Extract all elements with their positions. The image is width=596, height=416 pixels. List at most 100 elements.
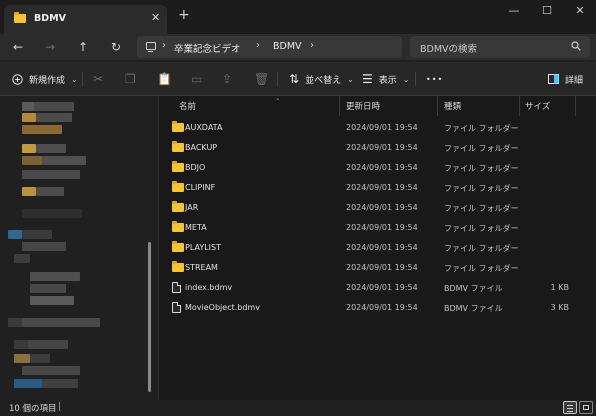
folder-row[interactable]: JAR 2024/09/01 19:54 ファイル フォルダー [159,198,579,218]
rename-button[interactable]: ▭ [191,70,208,88]
search-box[interactable]: BDMVの検索 [410,36,590,58]
tab-bdmv[interactable]: BDMV ✕ [4,5,167,34]
nav-item-blurred[interactable] [22,318,100,327]
column-header-size[interactable]: サイズ [525,100,550,116]
copy-button[interactable]: ❐ [125,70,142,88]
nav-item-blurred[interactable] [22,125,62,134]
delete-button[interactable]: 🗑 [254,70,275,88]
this-pc-icon [146,42,156,53]
navigation-scrollbar[interactable] [148,242,151,392]
file-size: 1 KB [550,283,569,292]
folder-row[interactable]: STREAM 2024/09/01 19:54 ファイル フォルダー [159,258,579,278]
back-button[interactable]: ← [9,38,27,56]
close-button[interactable]: ✕ [570,4,590,17]
column-divider[interactable] [339,96,340,116]
search-icon[interactable] [571,41,581,51]
file-name: MovieObject.bdmv [185,303,260,312]
minimize-button[interactable]: — [504,4,524,17]
rename-icon: ▭ [191,72,203,86]
file-row[interactable]: MovieObject.bdmv 2024/09/01 19:54 BDMV ファイ… [159,298,579,318]
search-placeholder: BDMVの検索 [420,44,478,55]
nav-item-blurred[interactable] [22,209,82,218]
details-view-button[interactable] [563,401,577,414]
folder-row[interactable]: PLAYLIST 2024/09/01 19:54 ファイル フォルダー [159,238,579,258]
nav-item-blurred[interactable] [42,379,78,388]
file-modified: 2024/09/01 19:54 [346,123,418,132]
nav-item-blurred[interactable] [36,187,64,196]
cut-button[interactable]: ✂ [93,70,109,88]
breadcrumb-separator[interactable]: › [310,40,314,51]
maximize-button[interactable]: ☐ [537,4,557,17]
file-modified: 2024/09/01 19:54 [346,163,418,172]
folder-row[interactable]: CLIPINF 2024/09/01 19:54 ファイル フォルダー [159,178,579,198]
nav-item-blurred[interactable] [36,144,66,153]
view-button[interactable]: ☰ 表示 ⌄ [362,70,409,88]
folder-row[interactable]: BDJO 2024/09/01 19:54 ファイル フォルダー [159,158,579,178]
share-button[interactable]: ⇪ [222,70,238,88]
column-divider[interactable] [575,96,576,116]
folder-icon [172,261,184,272]
nav-item-blurred[interactable] [14,254,30,263]
nav-item-blurred[interactable] [30,284,66,293]
folder-row[interactable]: BACKUP 2024/09/01 19:54 ファイル フォルダー [159,138,579,158]
nav-item-blurred[interactable] [22,102,34,111]
navigation-pane[interactable] [0,96,158,400]
column-header-type[interactable]: 種類 [444,100,461,116]
forward-button[interactable]: → [41,38,59,56]
nav-item-blurred[interactable] [22,230,52,239]
details-button[interactable]: 詳細 [548,70,583,88]
toolbar-divider [82,72,83,86]
file-type: ファイル フォルダー [444,184,519,193]
file-modified: 2024/09/01 19:54 [346,283,418,292]
folder-row[interactable]: AUXDATA 2024/09/01 19:54 ファイル フォルダー [159,118,579,138]
nav-item-blurred[interactable] [34,102,74,111]
column-divider[interactable] [519,96,520,116]
nav-item-blurred[interactable] [14,340,28,349]
nav-item-blurred[interactable] [22,144,36,153]
new-button[interactable]: 新規作成 ⌄ [12,70,78,88]
nav-item-blurred[interactable] [22,170,80,179]
more-options-button[interactable]: ••• [426,70,443,88]
nav-item-blurred[interactable] [22,113,36,122]
nav-item-blurred[interactable] [8,230,22,239]
folder-icon [172,141,184,152]
sort-button[interactable]: ⇅ 並べ替え ⌄ [289,70,354,88]
breadcrumb-item-video[interactable]: 卒業記念ビデオ [174,41,241,55]
folder-row[interactable]: META 2024/09/01 19:54 ファイル フォルダー [159,218,579,238]
large-icons-view-button[interactable] [579,401,593,414]
nav-item-blurred[interactable] [42,156,86,165]
file-type: ファイル フォルダー [444,144,519,153]
file-modified: 2024/09/01 19:54 [346,143,418,152]
breadcrumb-item-bdmv[interactable]: BDMV [273,41,302,52]
view-icon: ☰ [362,72,373,86]
nav-item-blurred[interactable] [22,156,42,165]
new-tab-button[interactable]: + [178,8,190,22]
nav-item-blurred[interactable] [30,296,74,305]
nav-item-blurred[interactable] [30,354,50,363]
item-count: 10 個の項目 [9,404,57,414]
nav-item-blurred[interactable] [14,379,42,388]
nav-item-blurred[interactable] [22,187,36,196]
address-bar[interactable]: › 卒業記念ビデオ › BDMV › [137,36,402,58]
column-header-name[interactable]: ˄ 名前 [179,98,280,116]
nav-item-blurred[interactable] [14,354,30,363]
nav-item-blurred[interactable] [22,242,66,251]
up-button[interactable]: ↑ [74,38,92,56]
column-header-modified[interactable]: 更新日時 [346,100,380,116]
nav-item-blurred[interactable] [22,366,80,375]
nav-item-blurred[interactable] [8,318,22,327]
folder-icon [172,241,184,252]
trash-icon: 🗑 [254,72,270,86]
file-type: BDMV ファイル [444,304,503,313]
nav-item-blurred[interactable] [36,113,72,122]
tab-close-icon[interactable]: ✕ [151,11,160,24]
paste-button[interactable]: 📋 [157,70,178,88]
file-row[interactable]: index.bdmv 2024/09/01 19:54 BDMV ファイル 1 KB [159,278,579,298]
column-divider[interactable] [437,96,438,116]
sort-icon: ⇅ [289,72,300,86]
nav-item-blurred[interactable] [28,340,68,349]
refresh-button[interactable]: ↻ [107,38,125,56]
nav-item-blurred[interactable] [30,272,80,281]
file-name: BACKUP [185,143,218,152]
details-label: 詳細 [565,75,584,86]
